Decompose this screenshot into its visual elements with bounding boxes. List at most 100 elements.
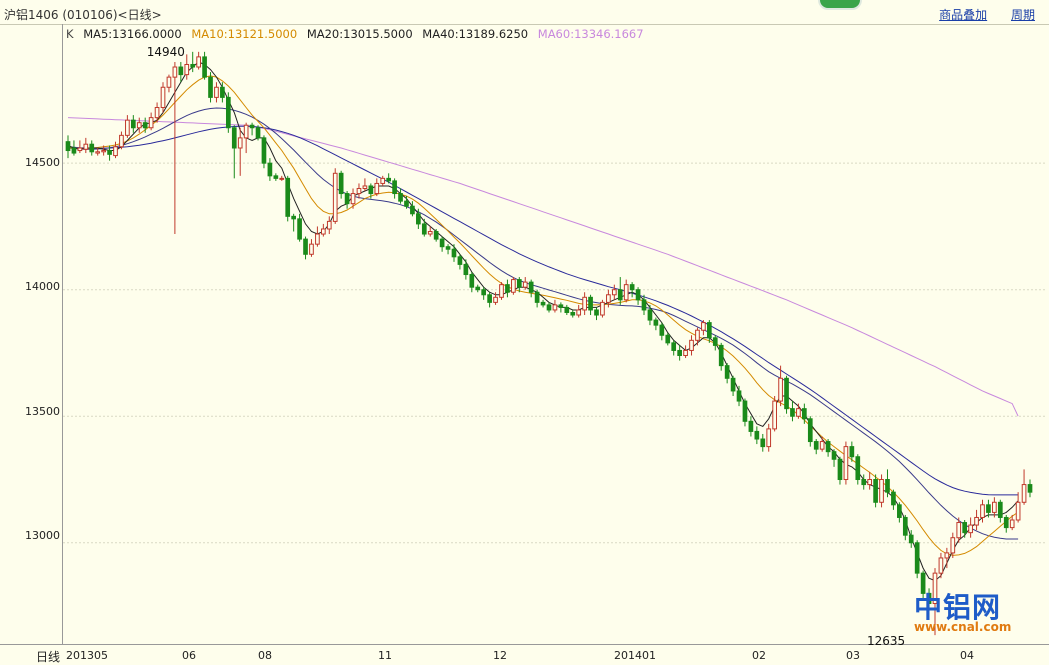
x-tick-label: 12	[493, 649, 507, 662]
candle-up	[606, 294, 611, 303]
x-tick-label: 03	[846, 649, 860, 662]
candle-down	[255, 127, 261, 139]
candle-down	[706, 322, 712, 339]
period-link[interactable]: 周期	[1011, 8, 1035, 22]
candle-up	[980, 504, 985, 518]
candle-up	[119, 134, 124, 148]
candle-up	[611, 289, 617, 296]
candle-down	[338, 172, 344, 195]
candle-down	[677, 349, 682, 357]
candle-up	[1009, 519, 1015, 529]
candle-down	[594, 309, 599, 316]
candle-up	[380, 177, 386, 184]
candle-down	[831, 451, 837, 460]
candle-down	[297, 218, 302, 240]
candle-down	[481, 289, 487, 296]
legend-k: K	[66, 27, 74, 41]
candle-down	[433, 231, 439, 240]
candle-down	[386, 177, 392, 182]
candle-down	[303, 238, 308, 255]
x-tick-label: 201401	[614, 649, 656, 662]
candle-up	[136, 122, 142, 129]
candle-down	[249, 124, 255, 129]
candle-down	[202, 56, 207, 78]
candle-down	[730, 377, 736, 392]
candle-up	[427, 231, 433, 235]
candle-up	[576, 309, 582, 316]
x-tick-label: 06	[182, 649, 196, 662]
candle-down	[653, 319, 659, 326]
candle-up	[796, 408, 801, 417]
candle-up	[332, 172, 338, 222]
candle-up	[1021, 484, 1027, 503]
candle-down	[588, 296, 593, 311]
candle-up	[974, 516, 979, 526]
status-indicator[interactable]	[818, 0, 862, 10]
candle-up	[356, 187, 362, 195]
candle-down	[837, 458, 843, 481]
candle-up	[819, 441, 825, 450]
legend-ma5: MA5:13166.0000	[83, 27, 182, 41]
candle-up	[214, 86, 219, 98]
candle-up	[938, 557, 944, 574]
candle-down	[130, 119, 136, 129]
ma60-line	[67, 117, 1019, 417]
candlestick-chart[interactable]: 14940 12635	[0, 0, 1049, 664]
y-tick-label: 14500	[25, 156, 60, 169]
candle-up	[582, 296, 587, 311]
candle-down	[617, 289, 623, 301]
candle-down	[231, 127, 237, 149]
candle-up	[944, 552, 950, 559]
candle-down	[487, 294, 492, 303]
candle-up	[237, 137, 243, 149]
candle-down	[641, 299, 647, 311]
legend-ma20: MA20:13015.5000	[306, 27, 413, 41]
candle-down	[742, 400, 748, 422]
candle-down	[392, 180, 397, 195]
candle-up	[623, 284, 629, 301]
candle-down	[368, 185, 374, 195]
candle-up	[113, 146, 118, 157]
candle-down	[285, 177, 291, 217]
candle-up	[83, 143, 89, 150]
candle-up	[160, 86, 166, 109]
candle-up	[600, 301, 605, 316]
header-links: 商品叠加 周期	[919, 6, 1035, 23]
candle-down	[208, 76, 213, 98]
candle-up	[552, 304, 558, 311]
candle-down	[457, 256, 463, 265]
candle-down	[659, 324, 665, 336]
candle-down	[802, 408, 807, 420]
candle-down	[712, 337, 718, 346]
candle-down	[891, 491, 896, 506]
candle-down	[475, 286, 481, 291]
header-bar: 沪铝1406 (010106)<日线> 商品叠加 周期	[0, 0, 1049, 25]
candle-down	[225, 96, 231, 129]
logo-url: www.cnal.com	[914, 620, 1012, 634]
candle-down	[558, 304, 564, 308]
candle-up	[689, 339, 694, 351]
candle-up	[350, 193, 356, 205]
candle-up	[95, 151, 101, 154]
candle-down	[1027, 484, 1033, 493]
overlay-commodity-link[interactable]: 商品叠加	[939, 8, 987, 22]
candle-down	[754, 430, 760, 440]
candle-down	[528, 281, 534, 293]
candle-down	[142, 122, 148, 129]
candle-up	[125, 119, 130, 136]
candle-down	[790, 408, 795, 417]
candle-down	[421, 223, 427, 235]
candle-down	[813, 441, 819, 450]
candle-up	[695, 329, 700, 341]
ma5-line	[67, 61, 1019, 582]
candle-down	[89, 143, 95, 153]
candle-down	[736, 390, 742, 402]
candle-down	[665, 334, 671, 344]
low-annotation: 12635	[867, 634, 905, 648]
legend-ma40: MA40:13189.6250	[422, 27, 529, 41]
candle-down	[962, 522, 968, 534]
candle-down	[190, 63, 196, 68]
candle-down	[807, 418, 813, 443]
candle-down	[629, 284, 635, 291]
x-tick-label: 11	[378, 649, 392, 662]
